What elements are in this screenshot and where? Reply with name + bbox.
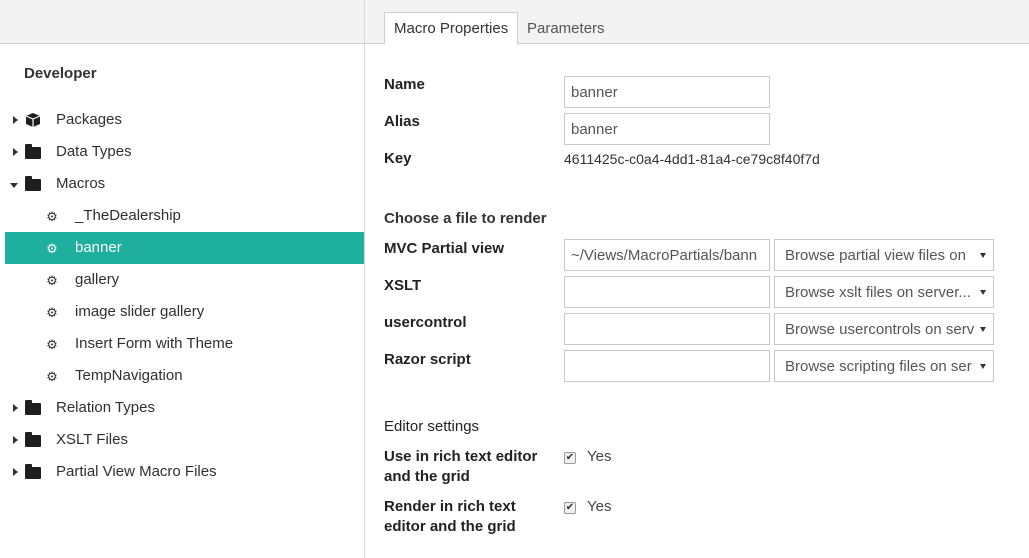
tree-item-macro-insert-form[interactable]: ⚙ Insert Form with Theme — [5, 328, 364, 360]
gears-icon: ⚙ — [46, 304, 58, 320]
checkmark-icon: ✔ — [565, 502, 575, 513]
folder-icon — [24, 464, 42, 481]
tree-item-macro-banner[interactable]: ⚙ banner — [5, 232, 364, 264]
tree-item-label: _TheDealership — [75, 207, 181, 224]
gears-icon: ⚙ — [46, 208, 58, 224]
dropdown-arrow-icon — [980, 364, 986, 369]
checkmark-icon: ✔ — [565, 452, 575, 463]
expand-caret-icon[interactable] — [11, 404, 19, 412]
usercontrol-select[interactable]: Browse usercontrols on serv — [774, 313, 994, 345]
gears-icon: ⚙ — [46, 240, 58, 256]
tree-item-label: gallery — [75, 271, 120, 288]
mvc-partial-view-label: MVC Partial view — [384, 240, 505, 257]
select-value: Browse usercontrols on serv — [785, 320, 975, 338]
razor-script-select[interactable]: Browse scripting files on ser — [774, 350, 994, 382]
expand-caret-icon[interactable] — [11, 468, 19, 476]
tree-item-xslt-files[interactable]: XSLT Files — [5, 424, 364, 456]
tree-item-partial-view-macro-files[interactable]: Partial View Macro Files — [5, 456, 364, 488]
render-rte-label-line1: Render in rich text — [384, 498, 516, 515]
use-rte-checkbox[interactable]: ✔ — [564, 452, 576, 464]
editor-settings-heading: Editor settings — [384, 418, 480, 435]
tree-item-label: Data Types — [56, 143, 132, 160]
tree-item-data-types[interactable]: Data Types — [5, 136, 364, 168]
folder-icon — [24, 176, 42, 193]
tree-item-label: TempNavigation — [75, 367, 183, 384]
xslt-select[interactable]: Browse xslt files on server... — [774, 276, 994, 308]
tree-item-label: Partial View Macro Files — [56, 463, 217, 480]
sidebar: Developer Packages Data Types Macros ⚙ _… — [0, 0, 365, 558]
tab-parameters[interactable]: Parameters — [518, 12, 614, 45]
gears-icon: ⚙ — [46, 368, 58, 384]
use-rte-label-line1: Use in rich text editor — [384, 448, 538, 465]
render-heading: Choose a file to render — [384, 210, 547, 227]
folder-icon — [24, 144, 42, 161]
tree-item-label: Packages — [56, 111, 122, 128]
key-label: Key — [384, 150, 412, 167]
select-value: Browse xslt files on server... — [785, 283, 971, 301]
render-rte-value: Yes — [587, 498, 612, 515]
dropdown-arrow-icon — [980, 290, 986, 295]
package-icon — [24, 112, 42, 128]
render-rte-checkbox[interactable]: ✔ — [564, 502, 576, 514]
folder-icon — [24, 432, 42, 449]
main-panel: Macro Properties Parameters Name banner … — [365, 0, 1029, 558]
usercontrol-input[interactable] — [564, 313, 770, 345]
section-title: Developer — [24, 65, 97, 82]
tree-item-macros[interactable]: Macros — [5, 168, 364, 200]
razor-script-input[interactable] — [564, 350, 770, 382]
xslt-label: XSLT — [384, 277, 422, 294]
razor-script-label: Razor script — [384, 351, 471, 368]
tree-item-macro-gallery[interactable]: ⚙ gallery — [5, 264, 364, 296]
name-input[interactable]: banner — [564, 76, 770, 108]
tree-item-label: Relation Types — [56, 399, 155, 416]
mvc-partial-view-input[interactable]: ~/Views/MacroPartials/bann — [564, 239, 770, 271]
key-value: 4611425c-c0a4-4dd1-81a4-ce79c8f40f7d — [564, 151, 820, 167]
sidebar-header-strip — [0, 0, 364, 44]
tab-bar: Macro Properties Parameters — [365, 0, 1029, 45]
usercontrol-label: usercontrol — [384, 314, 467, 331]
render-rte-label-line2: editor and the grid — [384, 518, 516, 535]
name-label: Name — [384, 76, 425, 93]
tree-item-macro-thedealership[interactable]: ⚙ _TheDealership — [5, 200, 364, 232]
collapse-caret-icon[interactable] — [10, 181, 18, 189]
tree-item-label: XSLT Files — [56, 431, 128, 448]
alias-label: Alias — [384, 113, 420, 130]
use-rte-value: Yes — [587, 448, 612, 465]
tree-item-label: Insert Form with Theme — [75, 335, 234, 352]
tree-item-relation-types[interactable]: Relation Types — [5, 392, 364, 424]
expand-caret-icon[interactable] — [11, 436, 19, 444]
tree-item-macro-tempnavigation[interactable]: ⚙ TempNavigation — [5, 360, 364, 392]
folder-icon — [24, 400, 42, 417]
expand-caret-icon[interactable] — [11, 116, 19, 124]
xslt-input[interactable] — [564, 276, 770, 308]
tree-item-label: image slider gallery — [75, 303, 205, 320]
use-rte-label-line2: and the grid — [384, 468, 470, 485]
mvc-partial-view-select[interactable]: Browse partial view files on — [774, 239, 994, 271]
tree-item-macro-image-slider-gallery[interactable]: ⚙ image slider gallery — [5, 296, 364, 328]
gears-icon: ⚙ — [46, 336, 58, 352]
tree-item-label: banner — [75, 239, 122, 256]
tab-macro-properties[interactable]: Macro Properties — [384, 12, 519, 45]
alias-input[interactable]: banner — [564, 113, 770, 145]
tree-item-packages[interactable]: Packages — [5, 104, 364, 136]
select-value: Browse partial view files on — [785, 246, 966, 264]
gears-icon: ⚙ — [46, 272, 58, 288]
tree-item-label: Macros — [56, 175, 106, 192]
select-value: Browse scripting files on ser — [785, 357, 972, 375]
expand-caret-icon[interactable] — [11, 148, 19, 156]
dropdown-arrow-icon — [980, 327, 986, 332]
dropdown-arrow-icon — [980, 253, 986, 258]
